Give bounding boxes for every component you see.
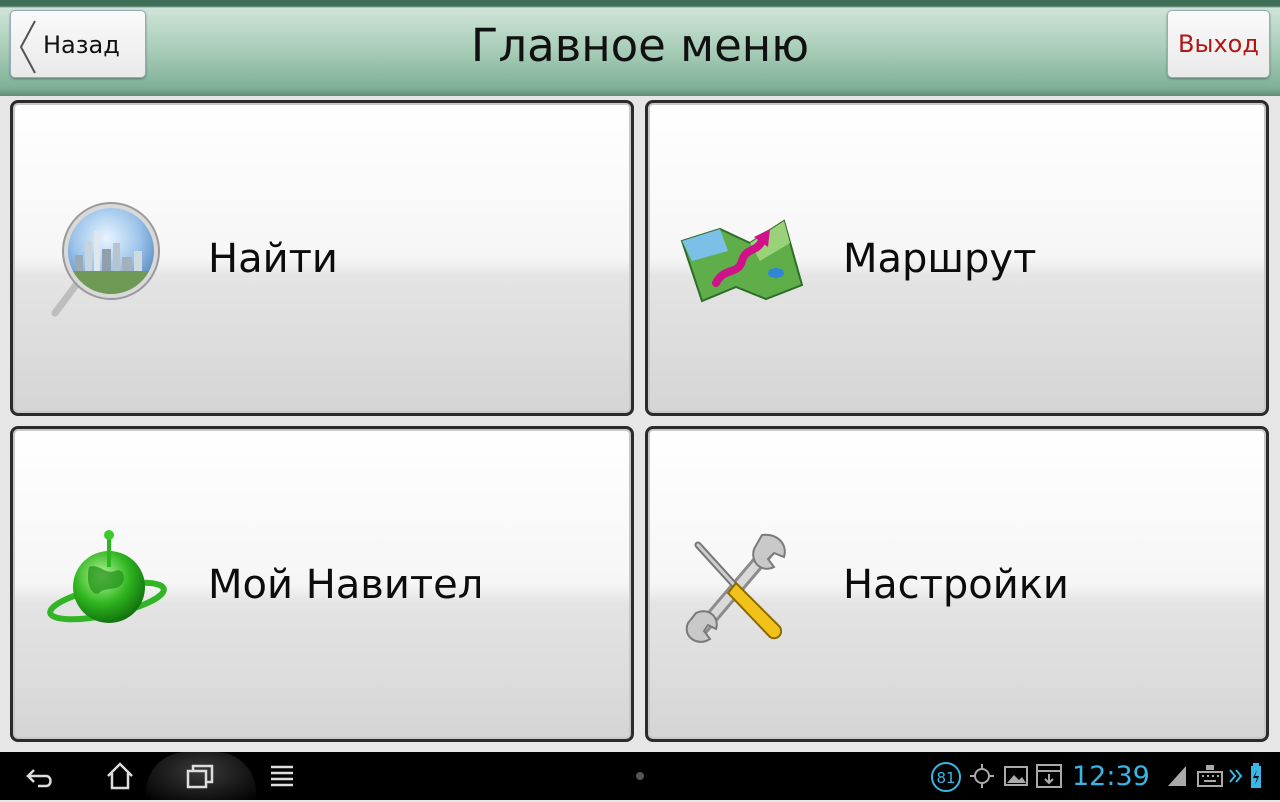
signal-icon xyxy=(1168,766,1186,786)
page-title: Главное меню xyxy=(470,19,810,72)
home-icon[interactable] xyxy=(104,760,136,792)
chevron-left-icon xyxy=(19,20,36,74)
menu-icon[interactable] xyxy=(266,760,298,792)
exit-button[interactable]: Выход xyxy=(1167,10,1270,78)
page-indicator-dot xyxy=(636,772,644,780)
gallery-icon xyxy=(1004,766,1028,786)
menu-tile-settings-label: Настройки xyxy=(843,562,1069,608)
recent-apps-icon[interactable] xyxy=(184,760,216,792)
tools-icon xyxy=(685,533,786,643)
menu-tile-route[interactable]: Маршрут xyxy=(645,100,1269,416)
download-icon xyxy=(1036,764,1062,788)
menu-tile-search-label: Найти xyxy=(208,236,338,282)
globe-icon xyxy=(47,530,167,623)
battery-icon xyxy=(1251,763,1261,788)
gps-icon xyxy=(970,764,994,788)
route-map-icon xyxy=(680,219,804,303)
back-icon[interactable] xyxy=(24,760,56,792)
menu-tile-settings[interactable]: Настройки xyxy=(645,426,1269,742)
header-bar: Назад Главное меню Выход xyxy=(0,0,1280,96)
notification-count: 81 xyxy=(936,769,955,787)
system-bar: 81 12:39 xyxy=(0,752,1280,800)
menu-tile-search[interactable]: Найти xyxy=(10,100,634,416)
clock: 12:39 xyxy=(1072,761,1150,792)
menu-tile-my-navitel[interactable]: Мой Навител xyxy=(10,426,634,742)
search-city-icon xyxy=(51,202,160,317)
keyboard-icon xyxy=(1197,765,1223,787)
notification-badge: 81 xyxy=(931,762,961,792)
chevron-right-icon xyxy=(1229,769,1243,783)
menu-tile-route-label: Маршрут xyxy=(843,236,1037,282)
back-button-label: Назад xyxy=(43,31,120,59)
menu-tile-my-navitel-label: Мой Навител xyxy=(208,562,484,608)
back-button[interactable]: Назад xyxy=(10,10,146,78)
